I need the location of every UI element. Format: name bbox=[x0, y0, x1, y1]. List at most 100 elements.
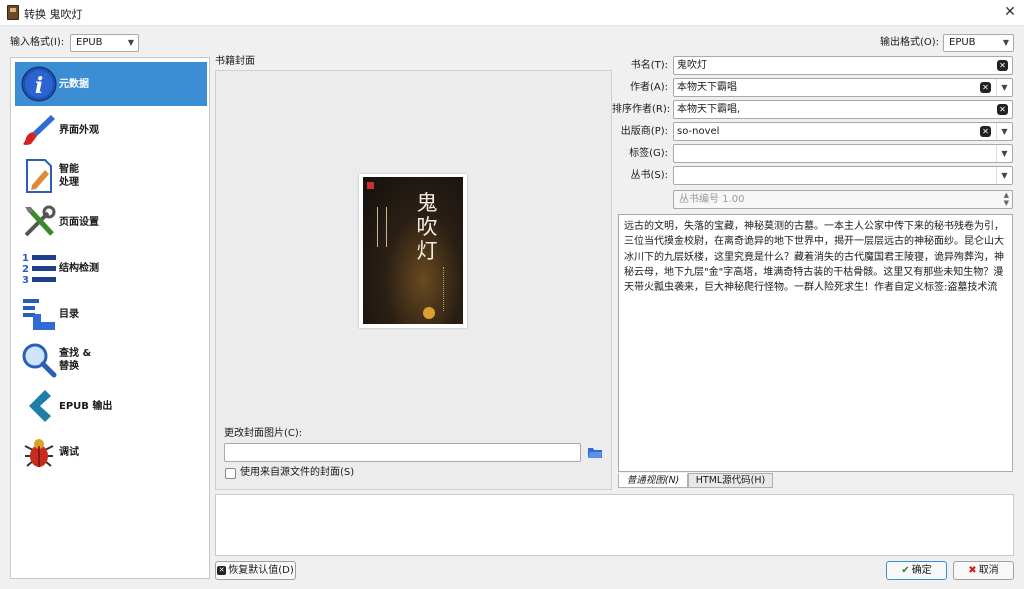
sidebar-item-epub-output[interactable]: EPUB 输出 bbox=[15, 384, 207, 428]
sidebar-item-label: 结构检测 bbox=[59, 263, 99, 274]
sidebar-item-toc[interactable]: 目录 bbox=[15, 292, 207, 336]
sidebar-item-label-line2: 替换 bbox=[59, 361, 79, 372]
tags-input[interactable]: ▼ bbox=[673, 144, 1013, 163]
sidebar-item-label: 元数据 bbox=[59, 79, 89, 90]
tools-icon bbox=[24, 205, 56, 237]
info-icon: i bbox=[21, 66, 57, 102]
chevron-down-icon: ▼ bbox=[1002, 38, 1009, 47]
output-format-label: 输出格式(O): bbox=[880, 37, 940, 48]
cover-image: 鬼吹灯 bbox=[359, 174, 467, 328]
author-label: 作者(A): bbox=[629, 82, 668, 93]
cover-art: 鬼吹灯 bbox=[363, 177, 463, 324]
publisher-logo bbox=[367, 182, 374, 189]
sidebar-item-label: 页面设置 bbox=[59, 217, 99, 228]
sidebar-item-look-feel[interactable]: 界面外观 bbox=[15, 108, 207, 152]
description-editor[interactable]: 远古的文明，失落的宝藏，神秘莫测的古墓。一本主人公家中传下来的秘书残卷为引，三位… bbox=[618, 214, 1013, 472]
series-index-input[interactable]: 丛书编号 1.00 ▲ ▼ bbox=[673, 190, 1013, 209]
cover-title-art: 鬼吹灯 bbox=[416, 191, 438, 263]
author-input[interactable]: 本物天下霸唱 ✕ ▼ bbox=[673, 78, 1013, 97]
sidebar-item-search-replace[interactable]: 查找 & 替换 bbox=[15, 338, 207, 382]
title-input[interactable]: 鬼吹灯 ✕ bbox=[673, 56, 1013, 75]
cover-text-decoration bbox=[377, 207, 387, 247]
magnifier-icon bbox=[22, 343, 57, 378]
series-label: 丛书(S): bbox=[630, 170, 668, 181]
output-format-value: EPUB bbox=[949, 37, 976, 48]
spinner-arrows-icon[interactable]: ▲ ▼ bbox=[1004, 191, 1009, 207]
sidebar-item-debug[interactable]: 调试 bbox=[15, 430, 207, 474]
author-sort-label: 排序作者(R): bbox=[612, 104, 671, 115]
sidebar-item-label: 界面外观 bbox=[59, 125, 99, 136]
cover-path-input[interactable] bbox=[224, 443, 581, 462]
title-bar: 转换 鬼吹灯 ✕ bbox=[0, 0, 1024, 26]
sidebar-item-label: 调试 bbox=[59, 447, 79, 458]
svg-text:2: 2 bbox=[22, 264, 29, 275]
chevron-down-icon[interactable]: ▼ bbox=[996, 123, 1012, 140]
cover-section-label: 书籍封面 bbox=[215, 56, 255, 67]
sidebar-item-label-line2: 处理 bbox=[59, 177, 79, 188]
svg-text:1: 1 bbox=[22, 253, 29, 264]
ok-label: 确定 bbox=[911, 565, 932, 576]
document-pen-icon bbox=[26, 159, 52, 193]
use-source-cover-label: 使用来自源文件的封面(S) bbox=[240, 467, 355, 478]
sidebar-item-label: 目录 bbox=[59, 309, 79, 320]
toc-icon bbox=[23, 299, 55, 330]
clear-icon[interactable]: ✕ bbox=[997, 104, 1008, 115]
series-index-placeholder: 丛书编号 1.00 bbox=[679, 194, 745, 205]
sidebar-item-label: 智能 bbox=[59, 164, 79, 175]
svg-text:3: 3 bbox=[22, 275, 29, 286]
chevron-down-icon: ▼ bbox=[127, 38, 134, 47]
sidebar-item-label: EPUB 输出 bbox=[59, 401, 113, 412]
chevron-down-icon[interactable]: ▼ bbox=[996, 79, 1012, 96]
description-text: 远古的文明，失落的宝藏，神秘莫测的古墓。一本主人公家中传下来的秘书残卷为引，三位… bbox=[624, 221, 1004, 294]
publisher-value: so-novel bbox=[677, 126, 720, 137]
close-icon[interactable]: ✕ bbox=[1000, 3, 1020, 21]
help-text-box bbox=[215, 494, 1014, 556]
input-format-value: EPUB bbox=[76, 37, 103, 48]
title-value: 鬼吹灯 bbox=[677, 60, 707, 71]
window-title: 转换 鬼吹灯 bbox=[24, 8, 83, 21]
input-format-label: 输入格式(I): bbox=[10, 37, 65, 48]
chevron-down-icon[interactable]: ▼ bbox=[996, 145, 1012, 162]
clear-icon[interactable]: ✕ bbox=[997, 60, 1008, 71]
clear-icon[interactable]: ✕ bbox=[980, 82, 991, 93]
cover-frame: 鬼吹灯 更改封面图片(C): 使用来自源文件的封面(S) bbox=[215, 70, 612, 490]
cover-seal bbox=[423, 307, 435, 319]
tab-html-source[interactable]: HTML源代码(H) bbox=[688, 473, 773, 488]
cancel-button[interactable]: ✖ 取消 bbox=[953, 561, 1014, 580]
change-cover-label: 更改封面图片(C): bbox=[224, 428, 303, 439]
ok-button[interactable]: ✔ 确定 bbox=[886, 561, 947, 580]
author-sort-input[interactable]: 本物天下霸唱, ✕ bbox=[673, 100, 1013, 119]
restore-defaults-label: 恢复默认值(D) bbox=[228, 565, 294, 576]
tab-normal-view[interactable]: 普通视图(N) bbox=[618, 473, 688, 488]
sidebar-item-metadata[interactable]: i 元数据 bbox=[15, 62, 207, 106]
tags-label: 标签(G): bbox=[629, 148, 668, 159]
series-input[interactable]: ▼ bbox=[673, 166, 1013, 185]
clear-icon: ✕ bbox=[217, 565, 227, 575]
title-label: 书名(T): bbox=[630, 60, 668, 71]
sidebar-item-page-setup[interactable]: 页面设置 bbox=[15, 200, 207, 244]
publisher-input[interactable]: so-novel ✕ ▼ bbox=[673, 122, 1013, 141]
sidebar: i 元数据 界面外观 智能 处理 页面设置 1 2 3 结构检测 目录 查找 &… bbox=[10, 57, 210, 579]
chevron-down-icon[interactable]: ▼ bbox=[996, 167, 1012, 184]
browse-folder-icon[interactable] bbox=[587, 443, 603, 461]
paintbrush-icon bbox=[23, 115, 55, 145]
author-sort-value: 本物天下霸唱, bbox=[677, 104, 741, 115]
use-source-cover-checkbox[interactable] bbox=[225, 468, 236, 479]
sidebar-item-label: 查找 & bbox=[59, 348, 92, 359]
app-icon bbox=[7, 5, 19, 20]
cancel-label: 取消 bbox=[978, 565, 999, 576]
sidebar-item-structure[interactable]: 1 2 3 结构检测 bbox=[15, 246, 207, 290]
svg-text:i: i bbox=[35, 73, 43, 99]
sidebar-item-heuristics[interactable]: 智能 处理 bbox=[15, 154, 207, 198]
input-format-select[interactable]: EPUB ▼ bbox=[70, 34, 139, 52]
checkmark-icon: ✔ bbox=[901, 565, 910, 576]
bug-icon bbox=[24, 439, 54, 467]
clear-icon[interactable]: ✕ bbox=[980, 126, 991, 137]
cover-text-decoration bbox=[443, 267, 457, 311]
restore-defaults-button[interactable]: ✕ 恢复默认值(D) bbox=[215, 561, 296, 580]
chevron-left-icon bbox=[29, 390, 51, 422]
close-icon: ✖ bbox=[968, 565, 977, 576]
output-format-select[interactable]: EPUB ▼ bbox=[943, 34, 1014, 52]
numbered-list-icon: 1 2 3 bbox=[22, 253, 56, 286]
author-value: 本物天下霸唱 bbox=[677, 82, 737, 93]
